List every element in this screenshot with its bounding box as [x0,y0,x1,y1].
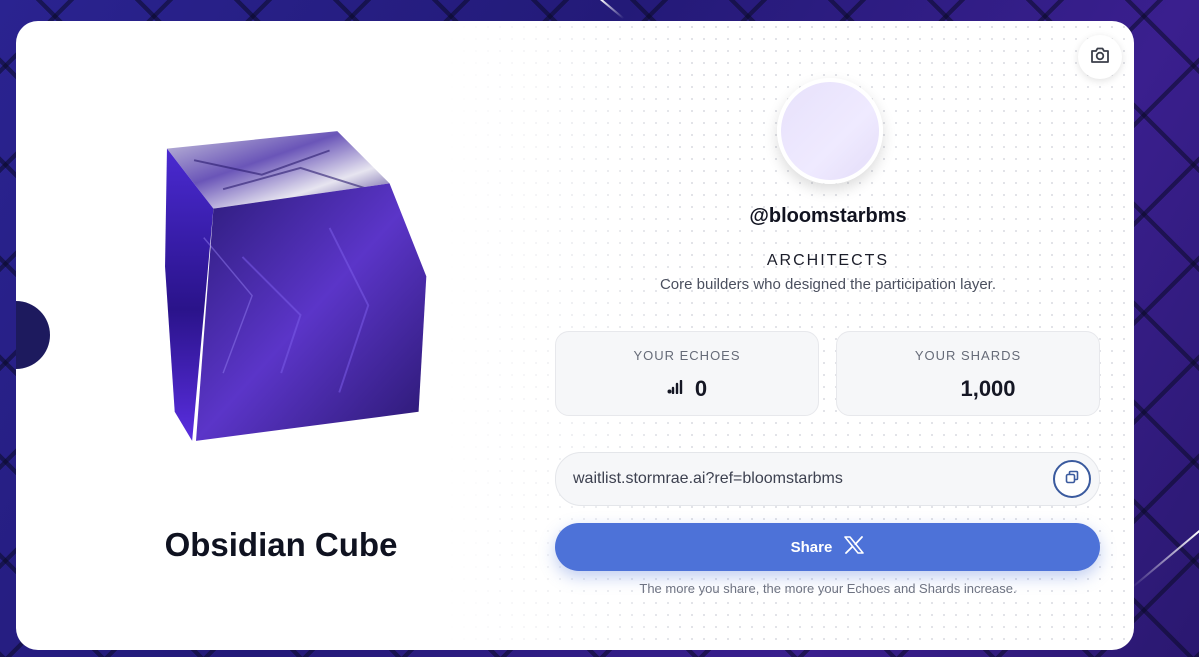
shards-label: YOUR SHARDS [914,348,1022,363]
camera-icon [1090,46,1110,69]
shards-stat-card: YOUR SHARDS 1,000 [836,331,1100,416]
username: @bloomstarbms [749,205,907,227]
shards-value: 1,000 [960,376,1016,401]
copy-icon [1065,470,1079,489]
echoes-label: YOUR ECHOES [633,348,741,363]
ticket-notch [16,301,50,369]
share-label: Share [790,538,833,556]
signal-bars-icon [667,374,683,400]
referral-link-input[interactable] [573,453,1033,505]
role-description: Core builders who designed the participa… [659,276,997,293]
share-on-x-button[interactable]: Share [555,523,1100,571]
share-hint: The more you share, the more your Echoes… [639,581,1017,596]
screenshot-button[interactable] [1078,35,1122,79]
avatar [777,78,883,184]
echoes-value: 0 [694,376,708,401]
echoes-value-row: 0 [556,376,818,402]
x-logo-icon [844,536,865,558]
item-name: Obsidian Cube [164,526,398,563]
reward-card: Obsidian Cube @bloomstarbms ARCHITECTS C… [16,21,1134,650]
echoes-stat-card: YOUR ECHOES 0 [555,331,819,416]
role-title: ARCHITECTS [766,252,890,269]
obsidian-cube-image [136,121,436,451]
copy-link-button[interactable] [1053,460,1091,498]
referral-link-field [555,452,1100,506]
